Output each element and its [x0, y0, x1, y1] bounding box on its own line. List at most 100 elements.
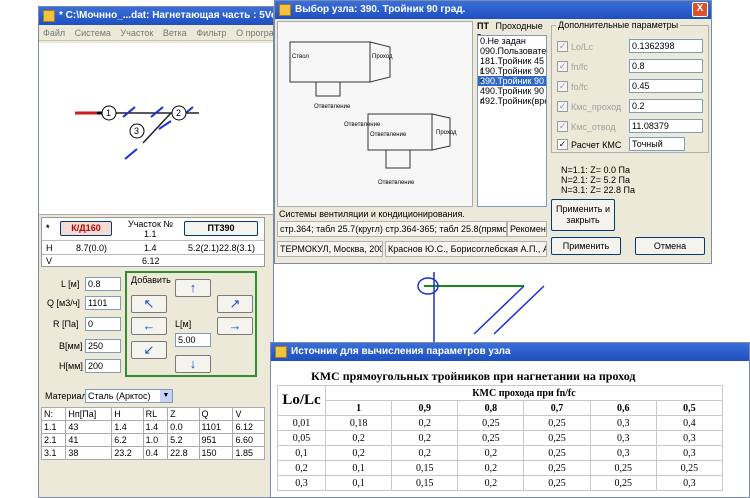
- node-2-label: 2: [176, 108, 181, 118]
- dialog-title-bar[interactable]: Выбор узла: 390. Тройник 90 град. X: [275, 1, 711, 19]
- table-cell: 1.85: [232, 446, 265, 460]
- add-label: Добавить: [131, 275, 171, 285]
- list-item[interactable]: 181.Тройник 45 г: [478, 56, 546, 76]
- tee-upper-body: [289, 41, 371, 83]
- tee-drawing: Ствол Проход Ответвление Ответвление Отв…: [289, 41, 457, 186]
- row-v-label: V: [46, 256, 53, 266]
- checkbox-kms-prohod: ✓: [557, 101, 568, 112]
- menu-file[interactable]: Файл: [43, 28, 65, 38]
- table-cell: 0,25: [457, 430, 525, 446]
- header-divider: [42, 240, 264, 241]
- dialog-close-button[interactable]: X: [692, 2, 708, 17]
- menu-filter[interactable]: Фильтр: [196, 28, 226, 38]
- schematic-canvas[interactable]: 1 2 3: [39, 43, 273, 215]
- list-item[interactable]: 190.Тройник 90 г: [478, 66, 546, 86]
- q-input[interactable]: 1101: [85, 296, 121, 310]
- result-line-1: N=1.1: Z= 0.0 Па: [561, 165, 631, 175]
- main-title: * C:\Мочнно_...dat: Нагнетающая часть : …: [59, 10, 273, 21]
- table-cell: 0,2: [457, 445, 525, 461]
- node-1-label: 1: [106, 108, 111, 118]
- material-select[interactable]: Сталь (Арктос) ▼: [85, 389, 173, 403]
- add-down-button[interactable]: ↓: [175, 355, 211, 373]
- add-upright-button[interactable]: ↗: [217, 295, 253, 313]
- list-item[interactable]: 490.Тройник 90 г: [478, 86, 546, 106]
- segment-3: [142, 112, 172, 144]
- table-cell: 6.60: [232, 433, 265, 447]
- fp-fc-value[interactable]: 0.8: [629, 59, 703, 73]
- kms-cols-row: 1 0,9 0,8 0,7 0,6 0,5: [278, 400, 724, 416]
- h-input[interactable]: 200: [85, 359, 121, 373]
- list-item[interactable]: 090.Пользовател: [478, 46, 546, 56]
- menu-section[interactable]: Участок: [120, 28, 153, 38]
- row-h-c2: 1.4: [144, 243, 157, 253]
- table-cell: 1.4: [142, 420, 169, 434]
- add-up-button[interactable]: ↑: [175, 279, 211, 297]
- table-cell: 0,25: [589, 475, 657, 491]
- table-cell: 0,2: [324, 445, 393, 461]
- label-otvlenie: Ответвление: [370, 132, 407, 138]
- pt390-button[interactable]: ПТ390: [184, 221, 258, 236]
- checkbox-kms-calc[interactable]: ✓: [557, 139, 568, 150]
- menu-branch[interactable]: Ветка: [163, 28, 187, 38]
- fitting-list[interactable]: 0.Не задан 090.Пользовател 181.Тройник 4…: [477, 35, 547, 207]
- table-row[interactable]: 2.1 41 6.2 1.0 5.2 951 6.60: [40, 433, 265, 447]
- table-cell: 0,2: [391, 430, 459, 446]
- table-row: 0,05 0,2 0,2 0,25 0,25 0,3 0,3: [277, 430, 724, 446]
- menu-about[interactable]: О программе: [236, 28, 273, 38]
- list-item[interactable]: 492.Тройник(врез: [478, 96, 546, 106]
- table-cell: 0,2: [391, 415, 459, 431]
- list-item[interactable]: 0.Не задан: [478, 36, 546, 46]
- section-number-label: Участок №: [128, 219, 174, 229]
- menu-system[interactable]: Система: [75, 28, 111, 38]
- add-length-input[interactable]: 5.00: [175, 333, 211, 347]
- table-cell: 1101: [198, 420, 234, 434]
- kms-header-row: Lo/Lc КМС прохода при fn/fc: [277, 385, 723, 416]
- arrow-up-icon: ↑: [189, 280, 197, 295]
- source-title-bar[interactable]: Источник для вычисления параметров узла: [271, 343, 749, 361]
- table-cell: 1.4: [111, 420, 144, 434]
- list-item-selected[interactable]: 390.Тройник 90 г: [478, 76, 546, 96]
- table-cell: 41: [65, 433, 113, 447]
- arrow-downleft-icon: ↙: [143, 342, 155, 357]
- table-cell: 0,25: [523, 460, 591, 476]
- fo-fc-value[interactable]: 0.45: [629, 79, 703, 93]
- table-cell: 0,1: [324, 475, 393, 491]
- add-upleft-button[interactable]: ↖: [131, 295, 167, 313]
- add-left-button[interactable]: ←: [131, 317, 167, 335]
- flow-arrow-4: [124, 148, 138, 160]
- table-cell: 0,3: [589, 445, 657, 461]
- kd160-button[interactable]: К/Д160: [60, 221, 112, 236]
- publisher-field: ТЕРМОКУЛ, Москва, 2004: [277, 241, 383, 257]
- cancel-button[interactable]: Отмена: [635, 237, 705, 255]
- chevron-down-icon[interactable]: ▼: [160, 390, 172, 402]
- section-header-grid: * К/Д160 Участок № 1.1 ПТ390 H 8.7(0.0) …: [41, 217, 265, 267]
- material-label: Материал: [45, 391, 87, 401]
- source-heading: КМС прямоугольных тройников при нагнетан…: [311, 369, 636, 383]
- lo-lc-value[interactable]: 0.1362398: [629, 39, 703, 53]
- app-icon: [43, 10, 55, 22]
- table-row[interactable]: 3.1 38 23.2 0.4 22.8 150 1.85: [40, 446, 265, 460]
- kms-calc-value[interactable]: Точный: [629, 137, 685, 151]
- table-cell: 5.2: [167, 433, 200, 447]
- kms-prohod-value[interactable]: 0.2: [629, 99, 703, 113]
- add-downleft-button[interactable]: ↙: [131, 341, 167, 359]
- table-cell: 0,2: [457, 460, 525, 476]
- th-q: Q: [198, 407, 234, 421]
- b-input[interactable]: 250: [85, 339, 121, 353]
- dialog-title: Выбор узла: 390. Тройник 90 град.: [295, 4, 466, 15]
- background-diagram: [417, 272, 545, 342]
- table-cell: 0,2: [391, 445, 459, 461]
- table-row[interactable]: 1.1 43 1.4 1.4 0.0 1101 6.12: [40, 420, 265, 434]
- kms-otvod-value[interactable]: 11.08379: [629, 119, 703, 133]
- apply-close-button[interactable]: Применить и закрыть: [551, 199, 615, 231]
- r-input[interactable]: 0: [85, 317, 121, 331]
- blue-diagonal-2: [493, 285, 545, 335]
- table-cell: 1.1: [40, 420, 67, 434]
- apply-button[interactable]: Применить: [551, 237, 621, 255]
- table-cell: 0.4: [142, 446, 169, 460]
- kms-passage-header: КМС прохода при fn/fc: [325, 385, 723, 401]
- table-cell: 0,25: [523, 445, 591, 461]
- add-right-button[interactable]: →: [217, 317, 253, 335]
- main-title-bar[interactable]: * C:\Мочнно_...dat: Нагнетающая часть : …: [39, 7, 273, 25]
- l-input[interactable]: 0.8: [85, 277, 121, 291]
